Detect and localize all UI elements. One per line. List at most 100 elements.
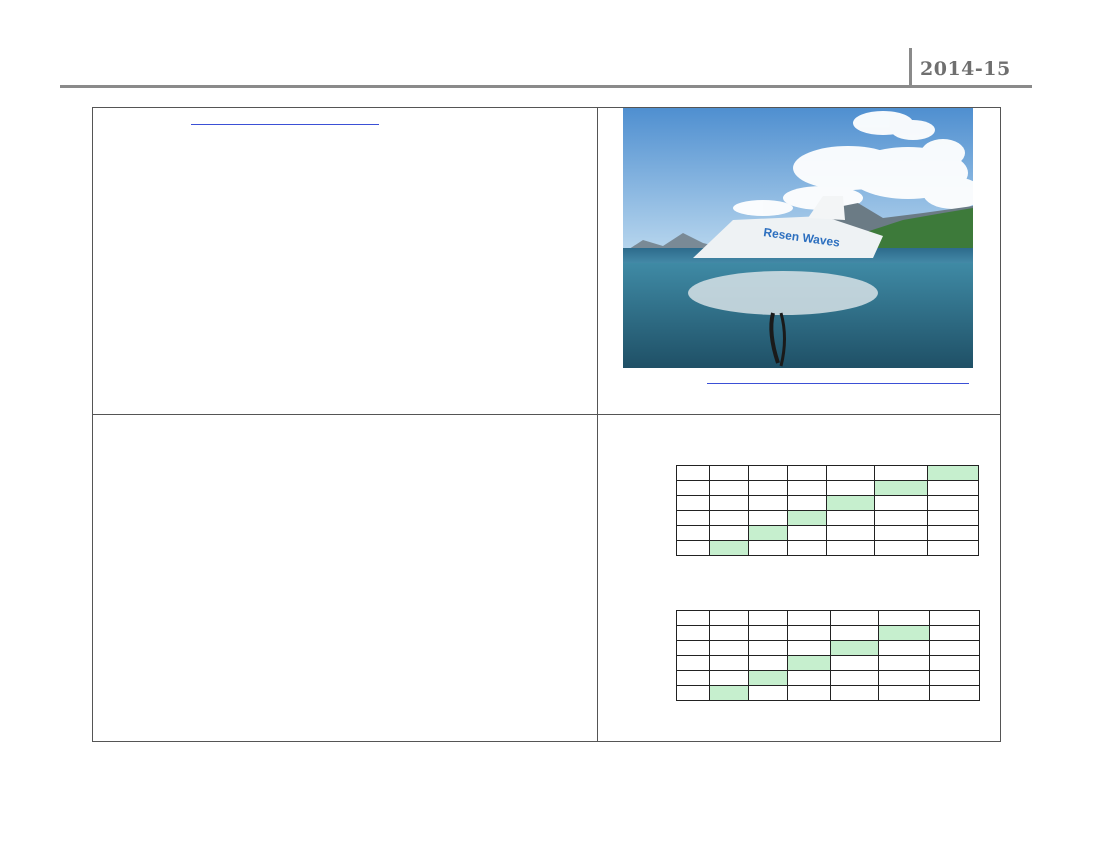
grid-cell [927,510,979,526]
grid-row [676,510,979,526]
grid-row [676,670,980,686]
grid-cell [748,495,788,511]
grid-cell [709,480,749,496]
header-divider [909,48,912,86]
grid-cell [709,655,749,671]
grid-row [676,640,980,656]
grid-cell [709,640,749,656]
highlight-grid-1 [676,465,979,556]
grid-cell [929,610,980,626]
grid-cell [927,480,979,496]
grid-cell [874,465,928,481]
grid-cell [874,480,928,496]
grid-row [676,495,979,511]
grid-cell [878,610,930,626]
grid-cell [787,655,831,671]
grid-row [676,540,979,556]
grid-row [676,465,979,481]
grid-cell [676,525,710,541]
table-row-divider [93,414,1000,415]
grid-cell [709,670,749,686]
grid-cell [927,495,979,511]
grid-cell [826,525,875,541]
grid-cell [709,540,749,556]
grid-row [676,685,980,701]
grid-cell [676,625,710,641]
grid-cell [878,685,930,701]
header-rule [60,85,1032,88]
grid-row [676,480,979,496]
grid-cell [787,465,827,481]
grid-cell [748,465,788,481]
grid-cell [748,685,788,701]
grid-cell [830,610,879,626]
header-year: 2014-15 [920,58,1011,80]
grid-cell [830,640,879,656]
grid-cell [748,510,788,526]
grid-cell [830,685,879,701]
grid-cell [830,670,879,686]
grid-cell [709,495,749,511]
grid-cell [927,465,979,481]
wave-buoy-photo: Resen Waves [623,108,973,368]
grid-cell [787,495,827,511]
grid-cell [676,610,710,626]
grid-cell [709,625,749,641]
grid-cell [787,625,831,641]
photo-illustration: Resen Waves [623,108,973,368]
grid-cell [927,525,979,541]
grid-cell [748,540,788,556]
grid-cell [676,495,710,511]
grid-cell [787,610,831,626]
photo-caption-hyperlink[interactable] [707,371,969,384]
grid-cell [709,510,749,526]
grid-cell [878,625,930,641]
grid-cell [709,525,749,541]
grid-cell [676,480,710,496]
grid-cell [748,670,788,686]
grid-cell [874,510,928,526]
grid-cell [927,540,979,556]
grid-cell [676,640,710,656]
grid-cell [874,540,928,556]
grid-cell [748,480,788,496]
grid-row [676,610,980,626]
grid-cell [929,685,980,701]
grid-cell [929,655,980,671]
highlight-grid-2 [676,610,980,701]
grid-cell [787,640,831,656]
grid-cell [826,495,875,511]
grid-cell [878,640,930,656]
table-column-divider [597,108,598,741]
grid-cell [709,465,749,481]
grid-cell [830,625,879,641]
grid-cell [787,510,827,526]
grid-cell [826,465,875,481]
grid-row [676,625,980,641]
grid-cell [748,525,788,541]
grid-cell [787,685,831,701]
grid-cell [787,670,831,686]
grid-cell [748,625,788,641]
grid-cell [874,525,928,541]
grid-row [676,525,979,541]
grid-cell [748,655,788,671]
grid-cell [929,640,980,656]
grid-cell [878,655,930,671]
grid-cell [709,685,749,701]
grid-cell [830,655,879,671]
grid-cell [929,625,980,641]
grid-cell [929,670,980,686]
grid-cell [709,610,749,626]
grid-cell [826,510,875,526]
grid-cell [676,655,710,671]
grid-cell [874,495,928,511]
grid-cell [748,640,788,656]
grid-cell [878,670,930,686]
grid-cell [676,510,710,526]
grid-cell [676,670,710,686]
grid-row [676,655,980,671]
grid-cell [826,480,875,496]
grid-cell [787,525,827,541]
hyperlink-top-left[interactable] [191,112,379,125]
